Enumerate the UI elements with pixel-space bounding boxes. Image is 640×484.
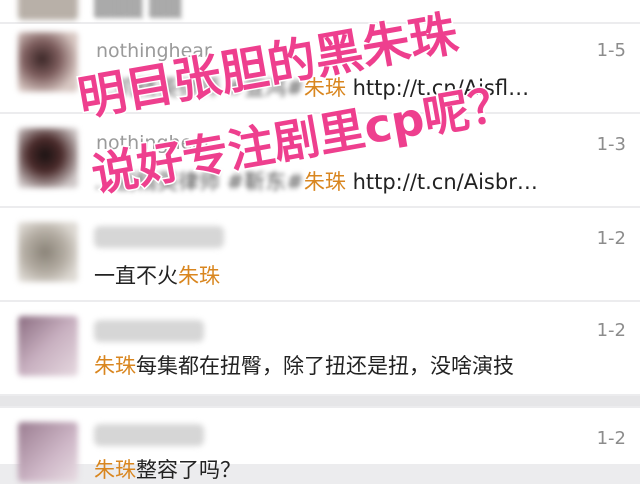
keyword[interactable]: 朱珠: [94, 354, 136, 378]
avatar[interactable]: [18, 32, 78, 92]
comment-date: 1-2: [596, 428, 626, 449]
comment-prefix: 一直不火: [94, 264, 178, 288]
avatar[interactable]: [18, 222, 78, 282]
divider: [0, 396, 640, 406]
comment-body: 整容了吗？: [136, 458, 241, 482]
comment-date: 1-2: [596, 228, 626, 249]
avatar[interactable]: [18, 316, 78, 376]
link[interactable]: http://t.cn/Aisbr…: [353, 170, 538, 194]
comment-text: 朱珠每集都在扭臀，除了扭还是扭，没啥演技: [94, 350, 514, 380]
keyword[interactable]: 朱珠: [94, 458, 136, 482]
avatar[interactable]: [18, 0, 78, 20]
avatar[interactable]: [18, 128, 78, 188]
keyword[interactable]: 朱珠: [178, 264, 220, 288]
comment-row[interactable]: 朱珠每集都在扭臀，除了扭还是扭，没啥演技 1-2: [0, 302, 640, 394]
username-redacted: [94, 320, 204, 342]
comment-date: 1-2: [596, 320, 626, 341]
comment-date: 1-3: [596, 134, 626, 155]
comment-body: 每集都在扭臀，除了扭还是扭，没啥演技: [136, 354, 514, 378]
comment-row[interactable]: 朱珠整容了吗？ 1-2: [0, 408, 640, 482]
comment-text: 一直不火朱珠: [94, 260, 220, 290]
username-redacted: [94, 424, 204, 446]
comment-row[interactable]: 一直不火朱珠 1-2: [0, 208, 640, 300]
comment-date: 1-5: [596, 40, 626, 61]
keyword[interactable]: 朱珠: [304, 170, 346, 194]
username-redacted: [94, 226, 224, 248]
comment-text: ▒▒▒ ▒▒: [94, 0, 182, 18]
avatar[interactable]: [18, 422, 78, 482]
comment-text: 朱珠整容了吗？: [94, 454, 241, 484]
